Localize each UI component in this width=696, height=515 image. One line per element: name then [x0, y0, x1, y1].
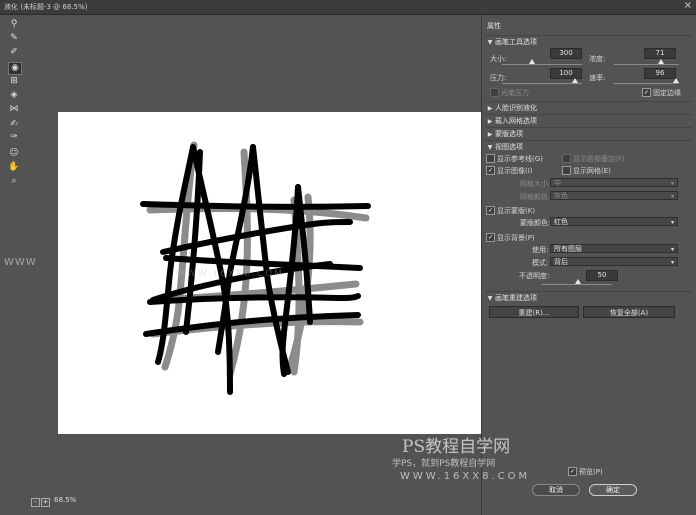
pressure-label: 压力:: [490, 74, 507, 82]
opacity-slider[interactable]: [542, 284, 612, 285]
mesh-size-label: 网格大小:: [520, 180, 551, 188]
pressure-slider-thumb[interactable]: [572, 78, 578, 83]
opacity-slider-thumb[interactable]: [575, 279, 581, 284]
watermark-title: PS教程自学网: [402, 437, 511, 457]
expand-arrow-icon: ▼: [487, 39, 493, 46]
panel-title: 属性: [487, 22, 501, 30]
show-mask-checkbox[interactable]: ✓: [486, 206, 495, 215]
brush-tool-options-header[interactable]: ▼ 画笔工具选项: [485, 35, 692, 48]
status-bar: - + 68.5%: [28, 494, 478, 515]
chevron-down-icon: ▾: [670, 259, 674, 266]
pucker-icon[interactable]: ⊞: [8, 76, 20, 87]
density-input[interactable]: 71: [644, 48, 676, 59]
mask-color-label: 蒙版颜色:: [520, 219, 551, 227]
show-image-checkbox[interactable]: ✓: [486, 166, 495, 175]
show-backdrop-checkbox[interactable]: ✓: [486, 233, 495, 242]
preview-area: WWW.16XX8.COM: [28, 15, 494, 493]
mesh-color-select[interactable]: 灰色 ▾: [550, 191, 678, 200]
cancel-button[interactable]: 取消: [532, 484, 580, 496]
rate-input[interactable]: 96: [644, 68, 676, 79]
preview-label: 预览(P): [579, 468, 603, 476]
edge-watermark: WWW: [4, 257, 37, 268]
restore-all-button[interactable]: 恢复全部(A): [583, 306, 675, 318]
show-mask-label: 显示蒙版(K): [497, 207, 536, 215]
thaw-mask-icon[interactable]: ✑: [8, 132, 20, 143]
density-slider[interactable]: [614, 64, 679, 65]
bloat-icon[interactable]: ◈: [8, 90, 20, 101]
twirl-icon[interactable]: ◉: [8, 62, 22, 75]
canvas-watermark: WWW.16XX8.COM: [176, 269, 285, 279]
mask-options-header[interactable]: ▶ 蒙版选项: [485, 127, 692, 140]
pressure-slider[interactable]: [502, 83, 582, 84]
density-label: 浓度:: [589, 55, 606, 63]
close-icon[interactable]: ×: [684, 0, 692, 11]
reconstruct-icon[interactable]: ✎: [8, 33, 20, 44]
face-tool-icon[interactable]: ☺: [8, 148, 20, 159]
opacity-input[interactable]: 50: [586, 270, 618, 281]
forward-warp-icon[interactable]: ⚲: [8, 19, 20, 30]
use-select[interactable]: 所有图层 ▾: [550, 244, 678, 253]
preview-checkbox[interactable]: ✓: [568, 467, 577, 476]
zoom-icon[interactable]: ⌕: [8, 176, 20, 187]
expand-arrow-icon: ▼: [487, 144, 493, 151]
stylus-pressure-checkbox[interactable]: [490, 88, 499, 97]
size-slider-thumb[interactable]: [529, 59, 535, 64]
smooth-icon[interactable]: ✐: [8, 47, 20, 58]
show-mesh-checkbox[interactable]: [562, 166, 571, 175]
face-aware-liquify-header[interactable]: ▶ 人脸识别液化: [485, 101, 692, 114]
chevron-down-icon: ▾: [670, 193, 674, 200]
show-mesh-label: 显示网格(E): [573, 167, 611, 175]
view-options-header[interactable]: ▼ 视图选项: [485, 140, 692, 153]
rate-slider[interactable]: [614, 83, 679, 84]
size-input[interactable]: 300: [550, 48, 582, 59]
expand-arrow-icon: ▼: [487, 295, 493, 302]
zoom-out-button[interactable]: -: [31, 498, 40, 507]
mesh-color-label: 网格颜色:: [520, 193, 551, 201]
rate-label: 速率:: [589, 74, 606, 82]
window-title: 液化 (未标题-3 @ 68.5%): [4, 3, 88, 11]
ok-button[interactable]: 确定: [589, 484, 637, 496]
mode-select[interactable]: 背后 ▾: [550, 257, 678, 266]
pin-edges-label: 固定边缘: [653, 89, 681, 97]
show-face-overlay-label: 显示脸部叠加(F): [573, 155, 625, 163]
pin-edges-checkbox[interactable]: ✓: [642, 88, 651, 97]
watermark-url: WWW.16XX8.COM: [400, 471, 531, 482]
chevron-down-icon: ▾: [670, 180, 674, 187]
use-label: 使用:: [532, 246, 549, 254]
hand-icon[interactable]: ✋: [8, 162, 20, 173]
freeze-mask-icon[interactable]: ✍: [8, 119, 20, 130]
size-label: 大小:: [490, 55, 507, 63]
stylus-pressure-label: 光笔压力: [501, 89, 529, 97]
title-bar: 液化 (未标题-3 @ 68.5%) ×: [0, 0, 696, 15]
show-guides-label: 显示参考线(G): [497, 155, 543, 163]
size-slider[interactable]: [502, 64, 582, 65]
mesh-size-select[interactable]: 中 ▾: [550, 178, 678, 187]
chevron-down-icon: ▾: [670, 246, 674, 253]
push-left-icon[interactable]: ⋈: [8, 104, 20, 115]
show-guides-checkbox[interactable]: [486, 154, 495, 163]
rate-slider-thumb[interactable]: [673, 78, 679, 83]
brush-reconstruct-options-header[interactable]: ▼ 画笔重建选项: [485, 291, 692, 304]
mode-label: 模式:: [532, 259, 549, 267]
properties-panel: 属性 ▼ 画笔工具选项 大小: 300 浓度: 71 压力: 100 速率: 96…: [481, 15, 696, 515]
opacity-label: 不透明度:: [519, 272, 550, 280]
reconstruct-button[interactable]: 重建(R)...: [489, 306, 579, 318]
load-mesh-options-header[interactable]: ▶ 载入网格选项: [485, 114, 692, 127]
show-image-label: 显示图像(I): [497, 167, 533, 175]
zoom-in-button[interactable]: +: [41, 498, 50, 507]
show-face-overlay-checkbox[interactable]: [562, 154, 571, 163]
density-slider-thumb[interactable]: [658, 59, 664, 64]
watermark-slogan: 学PS，就到PS教程自学网: [392, 459, 496, 469]
show-backdrop-label: 显示背景(P): [497, 234, 535, 242]
mask-color-select[interactable]: 红色 ▾: [550, 217, 678, 226]
zoom-level-select[interactable]: 68.5%: [54, 496, 84, 506]
chevron-down-icon: ▾: [670, 219, 674, 226]
